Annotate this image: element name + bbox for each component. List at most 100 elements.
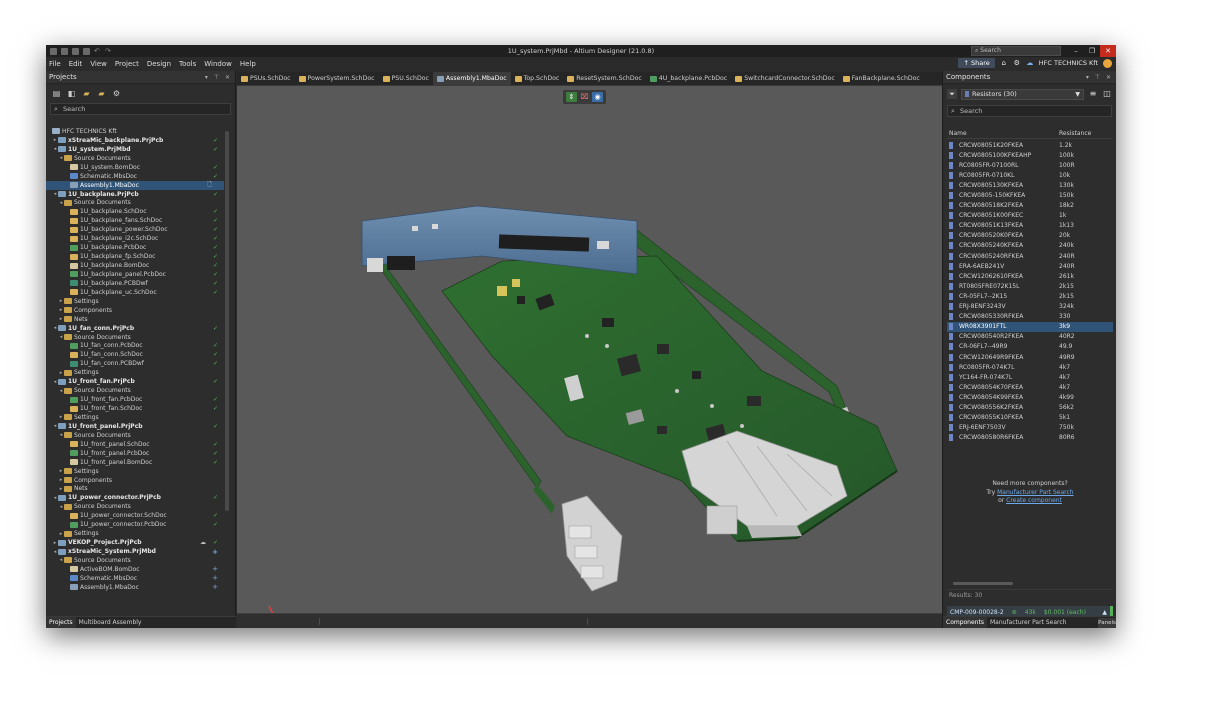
tree-item[interactable]: ▸ Settings [46,529,224,538]
global-search-input[interactable]: ⌕ Search [971,46,1061,56]
tree-item[interactable]: 1U_front_panel.BomDoc ✓ [46,458,224,467]
tree-item[interactable]: Assembly1.MbaDoc + [46,583,224,592]
document-tab[interactable]: SwitchcardConnector.SchDoc [731,72,839,85]
components-hscrollbar[interactable] [953,582,1013,585]
filter-icon[interactable]: ⏷ [947,89,957,99]
component-row[interactable]: CRCW12062610FKEA 261k [947,271,1113,281]
tree-item[interactable]: 1U_backplane.SchDoc ✓ [46,207,224,216]
component-row[interactable]: CRCW120649R9FKEA 49R9 [947,352,1113,362]
tree-item[interactable]: 1U_backplane.PCBDwf ✓ [46,279,224,288]
tree-item[interactable]: ▸ Components [46,306,224,315]
component-row[interactable]: CRCW080540R2FKEA 40R2 [947,332,1113,342]
component-row[interactable]: CR-06FL7--49R9 49.9 [947,342,1113,352]
component-row[interactable]: RT0805FRE072K15L 2k15 [947,281,1113,291]
open-folder-icon[interactable]: ▰ [97,89,106,98]
tree-item[interactable]: ▸ Nets [46,315,224,324]
component-row[interactable]: CRCW08051K13FKEA 1k13 [947,221,1113,231]
tree-item[interactable]: 1U_backplane_uc.SchDoc ✓ [46,288,224,297]
avatar[interactable] [1103,58,1112,68]
component-row[interactable]: WR08X3901FTL 3k9 [947,321,1113,332]
tree-item[interactable]: ▸ Settings [46,413,224,422]
tree-item[interactable]: ActiveBOM.BomDoc + [46,565,224,574]
component-row[interactable]: CRCW08055K10FKEA 5k1 [947,413,1113,423]
tab-multiboard-assembly[interactable]: Multiboard Assembly [76,617,145,629]
component-row[interactable]: CRCW080556K2FKEA 56k2 [947,402,1113,412]
component-row[interactable]: CRCW0805330RFKEA 330 [947,312,1113,322]
tree-item[interactable]: 1U_backplane_i2c.SchDoc ✓ [46,234,224,243]
component-row[interactable]: CRCW080520K0FKEA 20k [947,231,1113,241]
tree-item[interactable]: 1U_front_fan.SchDoc ✓ [46,404,224,413]
tree-item[interactable]: ◂ 1U_front_panel.PrjPcb ✓ [46,422,224,431]
tree-item[interactable]: ◂ Source Documents [46,502,224,511]
tree-item[interactable]: ▸ Settings [46,467,224,476]
minimize-button[interactable]: – [1068,45,1084,57]
folder-icon[interactable] [83,47,90,55]
menu-edit[interactable]: Edit [66,60,88,68]
menu-project[interactable]: Project [112,60,144,68]
tree-item[interactable]: ▸ Settings [46,297,224,306]
document-tab[interactable]: 4U_backplane.PcbDoc [646,72,731,85]
component-row[interactable]: ERJ-6ENF7503V 750k [947,423,1113,433]
tree-item[interactable]: ◂ Source Documents [46,333,224,342]
tree-item[interactable]: Assembly1.MbaDoc 🗋 [46,180,224,190]
tree-item[interactable]: ◂ xStreaMic_System.PrjMbd + [46,547,224,556]
component-row[interactable]: CR-05FL7--2K15 2k15 [947,291,1113,301]
tree-item[interactable]: ◂ Source Documents [46,199,224,208]
explode-icon[interactable]: ◉ [592,92,603,102]
document-tab[interactable]: Top.SchDoc [511,72,564,85]
components-search-input[interactable]: ⌕ Search [947,105,1112,117]
close-button[interactable]: ✕ [1100,45,1116,57]
menu-help[interactable]: Help [237,60,261,68]
tree-item[interactable]: 1U_front_panel.SchDoc ✓ [46,440,224,449]
tree-item[interactable]: ◂ Source Documents [46,154,224,163]
component-row[interactable]: RC0805FR-07100RL 100R [947,160,1113,170]
document-tab[interactable]: PSUs.SchDoc [237,72,295,85]
component-row[interactable]: CRCW08054K70FKEA 4k7 [947,382,1113,392]
component-row[interactable]: ERJ-8ENF3243V 324k [947,302,1113,312]
tab-manufacturer-part-search[interactable]: Manufacturer Part Search [987,617,1069,628]
menu-file[interactable]: File [46,60,66,68]
redo-icon[interactable]: ↷ [105,47,112,55]
tree-item[interactable]: ◂ 1U_backplane.PrjPcb ✓ [46,190,224,199]
tree-item[interactable]: ◂ 1U_power_connector.PrjPcb ✓ [46,493,224,502]
tree-item[interactable]: ◂ 1U_front_fan.PrjPcb ✓ [46,377,224,386]
tree-item[interactable]: ▸ Settings [46,368,224,377]
menu-view[interactable]: View [87,60,112,68]
tree-item[interactable]: 1U_front_panel.PcbDoc ✓ [46,449,224,458]
details-view-icon[interactable]: ◫ [1102,89,1112,99]
tree-item[interactable]: ◂ Source Documents [46,556,224,565]
tree-item[interactable]: 1U_front_fan.PcbDoc ✓ [46,395,224,404]
tree-item[interactable]: 1U_power_connector.SchDoc ✓ [46,511,224,520]
org-name[interactable]: HFC TECHNICS Kft [1039,59,1098,67]
component-row[interactable]: CRCW08051K20FKEA 1.2k [947,140,1113,150]
component-row[interactable]: CRCW0805100KFKEAHP 100k [947,150,1113,160]
component-row[interactable]: CRCW0805240KFKEA 240k [947,241,1113,251]
component-row[interactable]: CRCW080580R6FKEA 80R6 [947,433,1113,443]
list-view-icon[interactable]: ≡ [1088,89,1098,99]
workspace-icon[interactable]: ▤ [52,89,61,98]
tree-item[interactable]: 1U_backplane_fp.SchDoc ✓ [46,252,224,261]
tab-projects[interactable]: Projects [46,616,76,628]
column-resistance[interactable]: Resistance [1059,130,1113,138]
component-row[interactable]: CRCW0805130KFKEA 130k [947,180,1113,190]
component-row[interactable]: RC0805FR-0710KL 10k [947,170,1113,180]
document-tab[interactable]: ResetSystem.SchDoc [563,72,646,85]
tree-item[interactable]: ▸ Components [46,476,224,485]
tree-item[interactable]: ◂ Source Documents [46,431,224,440]
tree-item[interactable]: ▸ xStreaMic_backplane.PrjPcb ✓ [46,136,224,145]
panel-controls-icon[interactable]: ▾ ⊤ ✕ [1086,74,1113,81]
component-row[interactable]: CRCW080518K2FKEA 18k2 [947,201,1113,211]
document-tab[interactable]: PowerSystem.SchDoc [295,72,379,85]
projects-scrollbar[interactable] [225,131,229,511]
restore-button[interactable]: ❐ [1084,45,1100,57]
panels-button[interactable]: Panels [1098,618,1116,628]
tree-item[interactable]: 1U_power_connector.PcbDoc ✓ [46,520,224,529]
move-icon[interactable]: ⇕ [566,92,577,102]
gear-icon[interactable]: ⚙ [1013,59,1021,67]
document-tab[interactable]: Assembly1.MbaDoc [432,72,511,85]
tree-item[interactable]: ◂ Source Documents [46,386,224,395]
section-view-icon[interactable]: ⌧ [579,92,590,102]
home-icon[interactable]: ⌂ [1000,59,1008,67]
category-dropdown[interactable]: Resistors (30) ▼ [961,88,1084,100]
tree-item[interactable]: 1U_backplane_power.SchDoc ✓ [46,225,224,234]
